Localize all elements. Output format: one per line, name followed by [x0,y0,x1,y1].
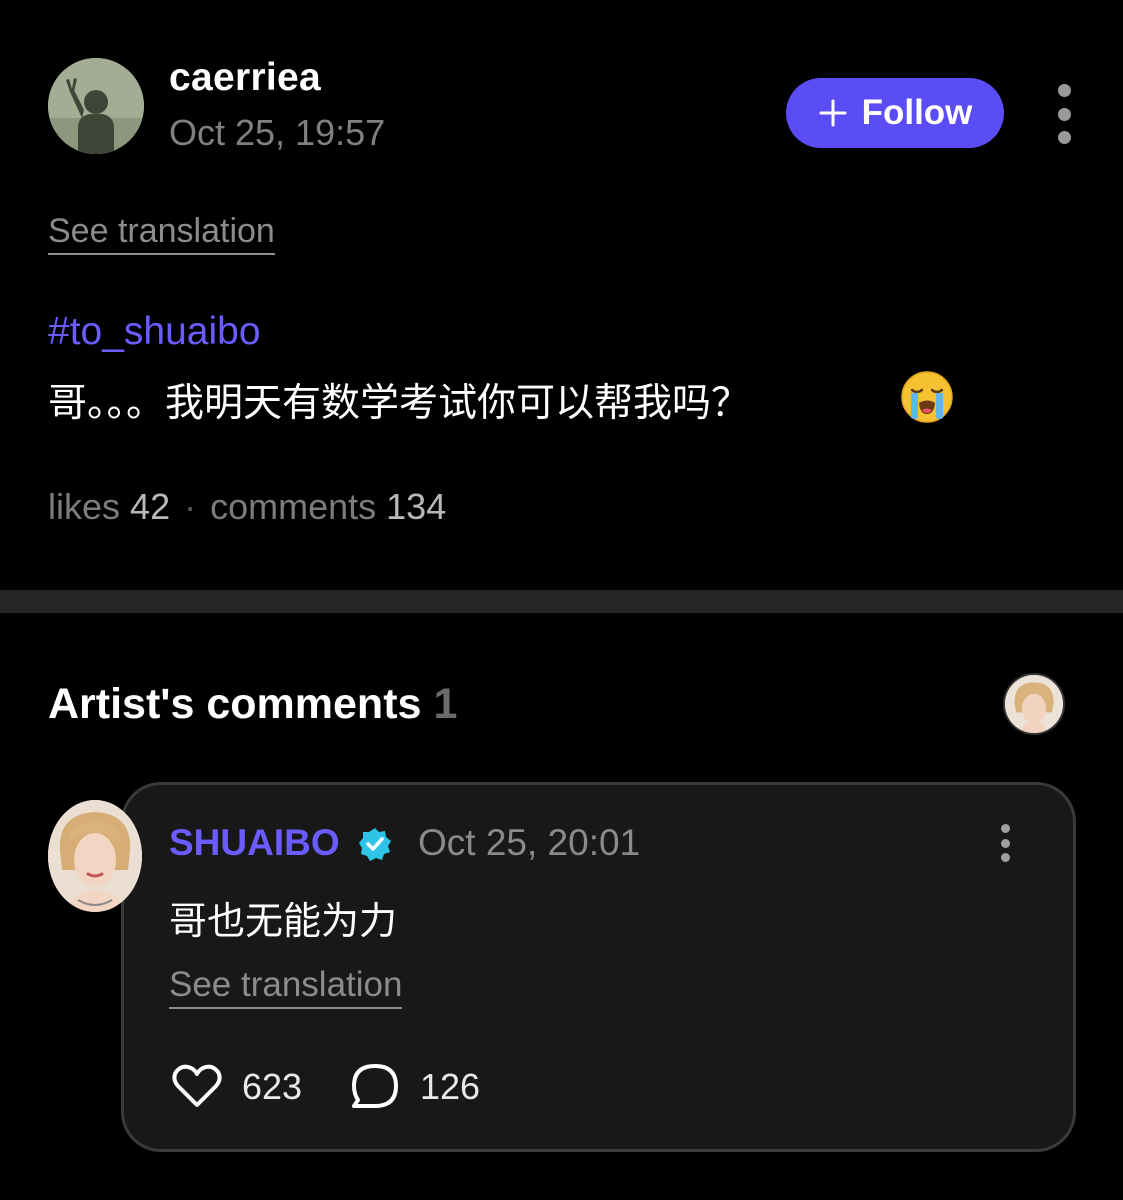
follow-button[interactable]: Follow [786,78,1004,148]
artist-portrait-image [48,800,142,912]
comment-reply-count: 126 [420,1066,481,1107]
comment-like-count: 623 [242,1066,303,1107]
comment-timestamp: Oct 25, 20:01 [418,822,641,863]
post-body-text: 哥。。。我明天有数学考试你可以帮我吗？ [48,381,751,426]
comments-label: comments [210,486,377,527]
heart-icon [172,1064,222,1107]
comment-more-options-icon[interactable] [994,824,1016,862]
artist-comments-title: Artist's comments [48,680,422,728]
artist-comments-heading: Artist's comments 1 [48,680,457,729]
post-stats: likes 42 · comments 134 [48,486,446,528]
likes-label: likes [48,486,121,527]
artist-portrait-image [1005,675,1063,733]
comment-author-name[interactable]: SHUAIBO [169,822,340,864]
follow-button-label: Follow [861,93,973,132]
verified-badge-icon [359,828,391,861]
more-options-icon[interactable] [1044,84,1084,144]
post-detail-page: caerriea Oct 25, 19:57 Follow See transl… [0,0,1123,1200]
speech-bubble-icon [352,1064,398,1108]
plus-icon [819,99,847,127]
artist-avatar-small[interactable] [1003,673,1065,735]
comment-see-translation-link[interactable]: See translation [169,965,403,1010]
stats-separator: · [184,486,197,527]
comment-body-text: 哥也无能为力 [169,899,398,943]
comment-reply-button[interactable]: 126 [348,1060,480,1114]
post-author-avatar[interactable] [48,58,144,154]
comments-count[interactable]: 134 [386,486,446,527]
comment-like-button[interactable]: 623 [170,1060,302,1114]
post-author-name[interactable]: caerriea [169,56,321,100]
likes-count[interactable]: 42 [130,486,170,527]
artist-comments-count: 1 [433,680,458,728]
post-hashtag[interactable]: #to_shuaibo [48,310,261,354]
comment-author-avatar[interactable] [48,800,142,912]
section-divider [0,590,1123,613]
post-timestamp: Oct 25, 19:57 [169,112,386,153]
post-see-translation-link[interactable]: See translation [48,212,275,256]
avatar-silhouette-image [48,58,144,154]
loudly-crying-face-icon [901,371,953,423]
